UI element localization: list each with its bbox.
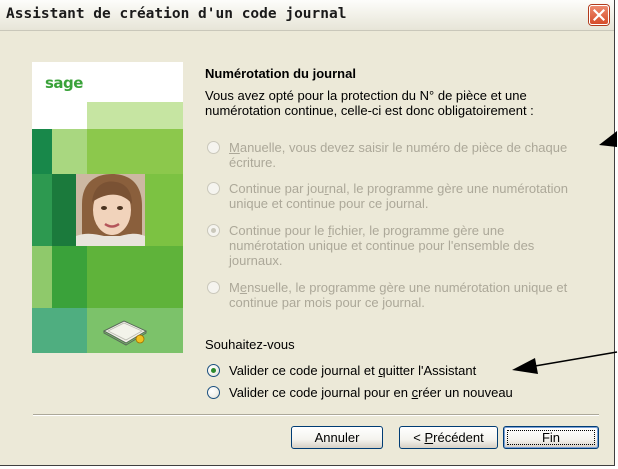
arrow-pointer-icon [512, 358, 538, 374]
annotation-arrows [512, 131, 618, 374]
arrow-pointer-icon [599, 131, 617, 147]
